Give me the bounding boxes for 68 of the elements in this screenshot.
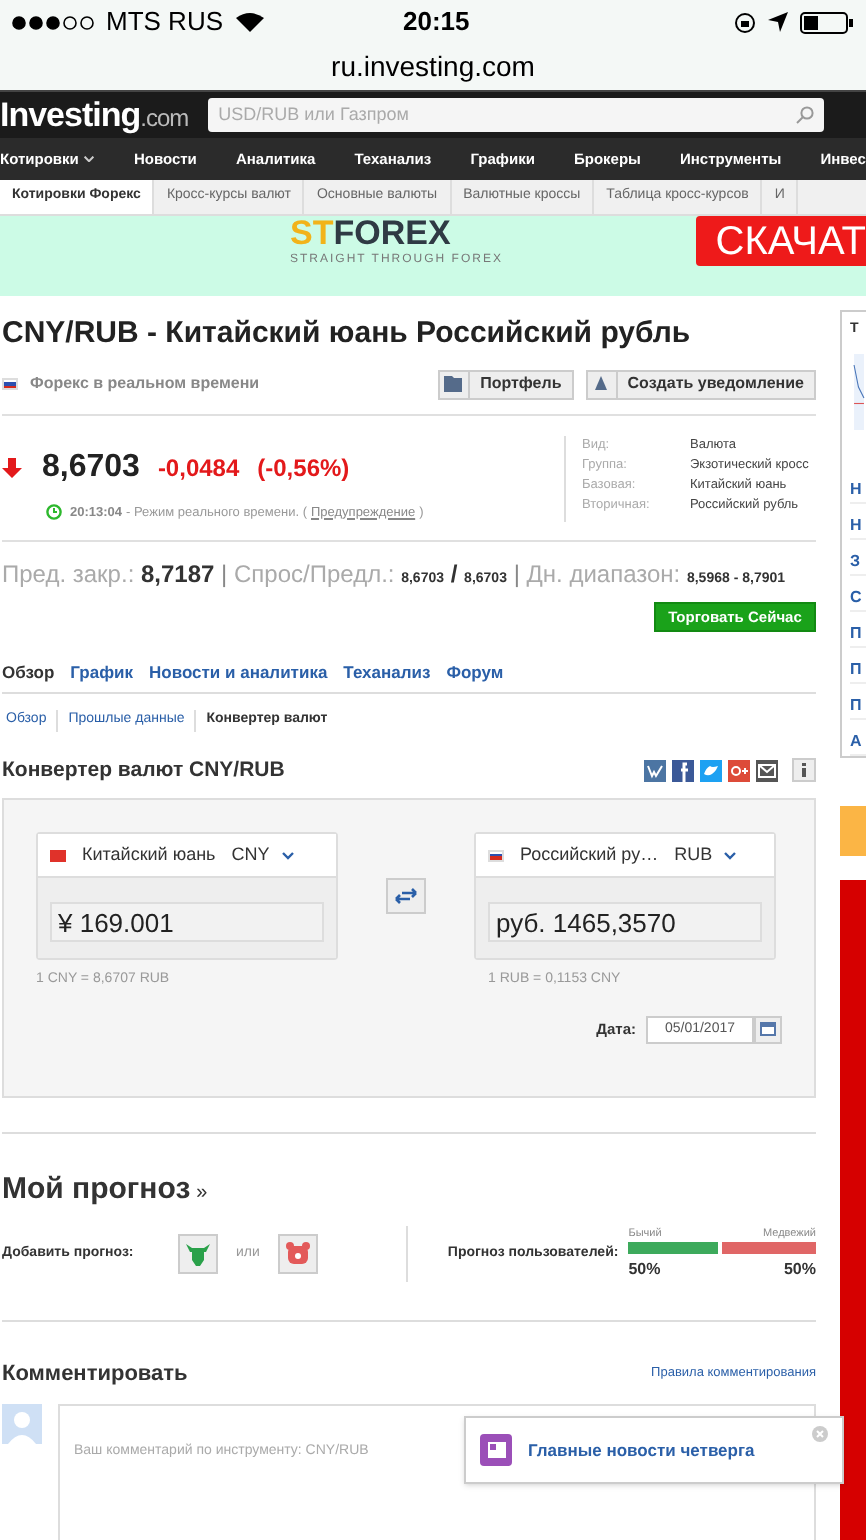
amount-field[interactable]: ¥ 169.001 xyxy=(50,902,324,943)
percent-change: (-0,56%) xyxy=(257,451,350,485)
russia-flag-icon xyxy=(488,849,504,862)
section-tab[interactable]: Форум xyxy=(446,660,504,686)
currency-name: Китайский юань xyxy=(82,842,216,868)
calendar-icon xyxy=(760,1022,776,1037)
swap-button[interactable] xyxy=(386,878,426,915)
converter-title: Конвертер валют CNY/RUB xyxy=(2,755,285,785)
caret-icon[interactable] xyxy=(724,851,737,860)
forecast-title[interactable]: Мой прогноз xyxy=(2,1168,191,1214)
bear-icon xyxy=(285,1242,310,1265)
ad-logo: STFOREX xyxy=(290,216,451,252)
sidebar-link[interactable]: Н xyxy=(850,478,866,504)
currency-code[interactable]: RUB xyxy=(674,842,713,869)
folder-icon xyxy=(444,376,465,392)
swap-arrows-icon xyxy=(394,888,418,905)
last-price: 8,6703 xyxy=(42,447,140,487)
section-tab[interactable]: График xyxy=(70,660,133,686)
page-title: CNY/RUB - Китайский юань Российский рубль xyxy=(2,314,693,354)
sidebar-link[interactable]: П xyxy=(850,658,866,684)
section-tab[interactable]: Теханализ xyxy=(343,660,431,686)
google-plus-share-icon[interactable] xyxy=(728,759,750,782)
wifi-icon xyxy=(235,12,263,32)
vk-share-icon[interactable] xyxy=(644,759,666,782)
carrier-name: MTS RUS xyxy=(106,4,223,41)
news-popup[interactable]: Главные новости четверга xyxy=(464,1416,844,1484)
china-flag-icon xyxy=(50,849,66,862)
currency-code[interactable]: CNY xyxy=(231,842,270,869)
bearish-percent: 50% xyxy=(783,1258,816,1282)
amount-field[interactable]: руб. 1465,3570 xyxy=(488,902,762,943)
search-icon[interactable] xyxy=(796,106,815,124)
location-icon xyxy=(768,12,788,32)
mini-chart xyxy=(850,353,866,430)
rotation-lock-icon xyxy=(734,11,756,33)
sidebar-link[interactable]: Н xyxy=(850,514,866,540)
news-headline: Главные новости четверга xyxy=(528,1437,755,1463)
sidebar-link[interactable]: П xyxy=(850,694,866,720)
clock-time: 20:15 xyxy=(403,4,470,41)
caret-icon[interactable] xyxy=(281,851,294,860)
bull-icon xyxy=(186,1241,210,1266)
sidebar-link[interactable]: С xyxy=(850,586,866,612)
calendar-button[interactable] xyxy=(754,1015,782,1044)
more-arrows[interactable]: » xyxy=(196,1177,208,1208)
battery-icon xyxy=(800,11,854,33)
price-change: -0,0484 xyxy=(157,451,240,485)
download-button[interactable]: СКАЧАТ xyxy=(695,216,866,266)
section-tab[interactable]: Обзор xyxy=(2,660,55,686)
market-label: Форекс в реальном времени xyxy=(30,372,260,396)
comments-title: Комментировать xyxy=(2,1360,188,1390)
toolbar-button[interactable]: Создать уведомление xyxy=(585,369,816,399)
section-tab[interactable]: Новости и аналитика xyxy=(149,660,328,686)
sidebar-link[interactable]: З xyxy=(850,550,866,576)
sidebar-link[interactable]: А xyxy=(850,730,866,756)
newspaper-icon xyxy=(480,1434,512,1466)
email-share-icon[interactable] xyxy=(756,759,778,782)
sidebar-link[interactable]: П xyxy=(850,622,866,648)
info-icon[interactable] xyxy=(792,758,816,783)
clock-icon xyxy=(46,504,62,521)
twitter-share-icon[interactable] xyxy=(700,759,722,782)
bullish-percent: 50% xyxy=(628,1258,661,1282)
bullish-button[interactable] xyxy=(178,1233,218,1274)
bearish-button[interactable] xyxy=(277,1233,318,1274)
currency-name: Российский ру… xyxy=(520,842,659,868)
facebook-share-icon[interactable] xyxy=(672,759,694,782)
toolbar-button[interactable]: Портфель xyxy=(438,369,574,399)
signal-icon xyxy=(12,15,98,29)
site-logo[interactable]: Investing.com xyxy=(0,89,189,141)
address-bar[interactable]: ru.investing.com xyxy=(0,44,866,90)
